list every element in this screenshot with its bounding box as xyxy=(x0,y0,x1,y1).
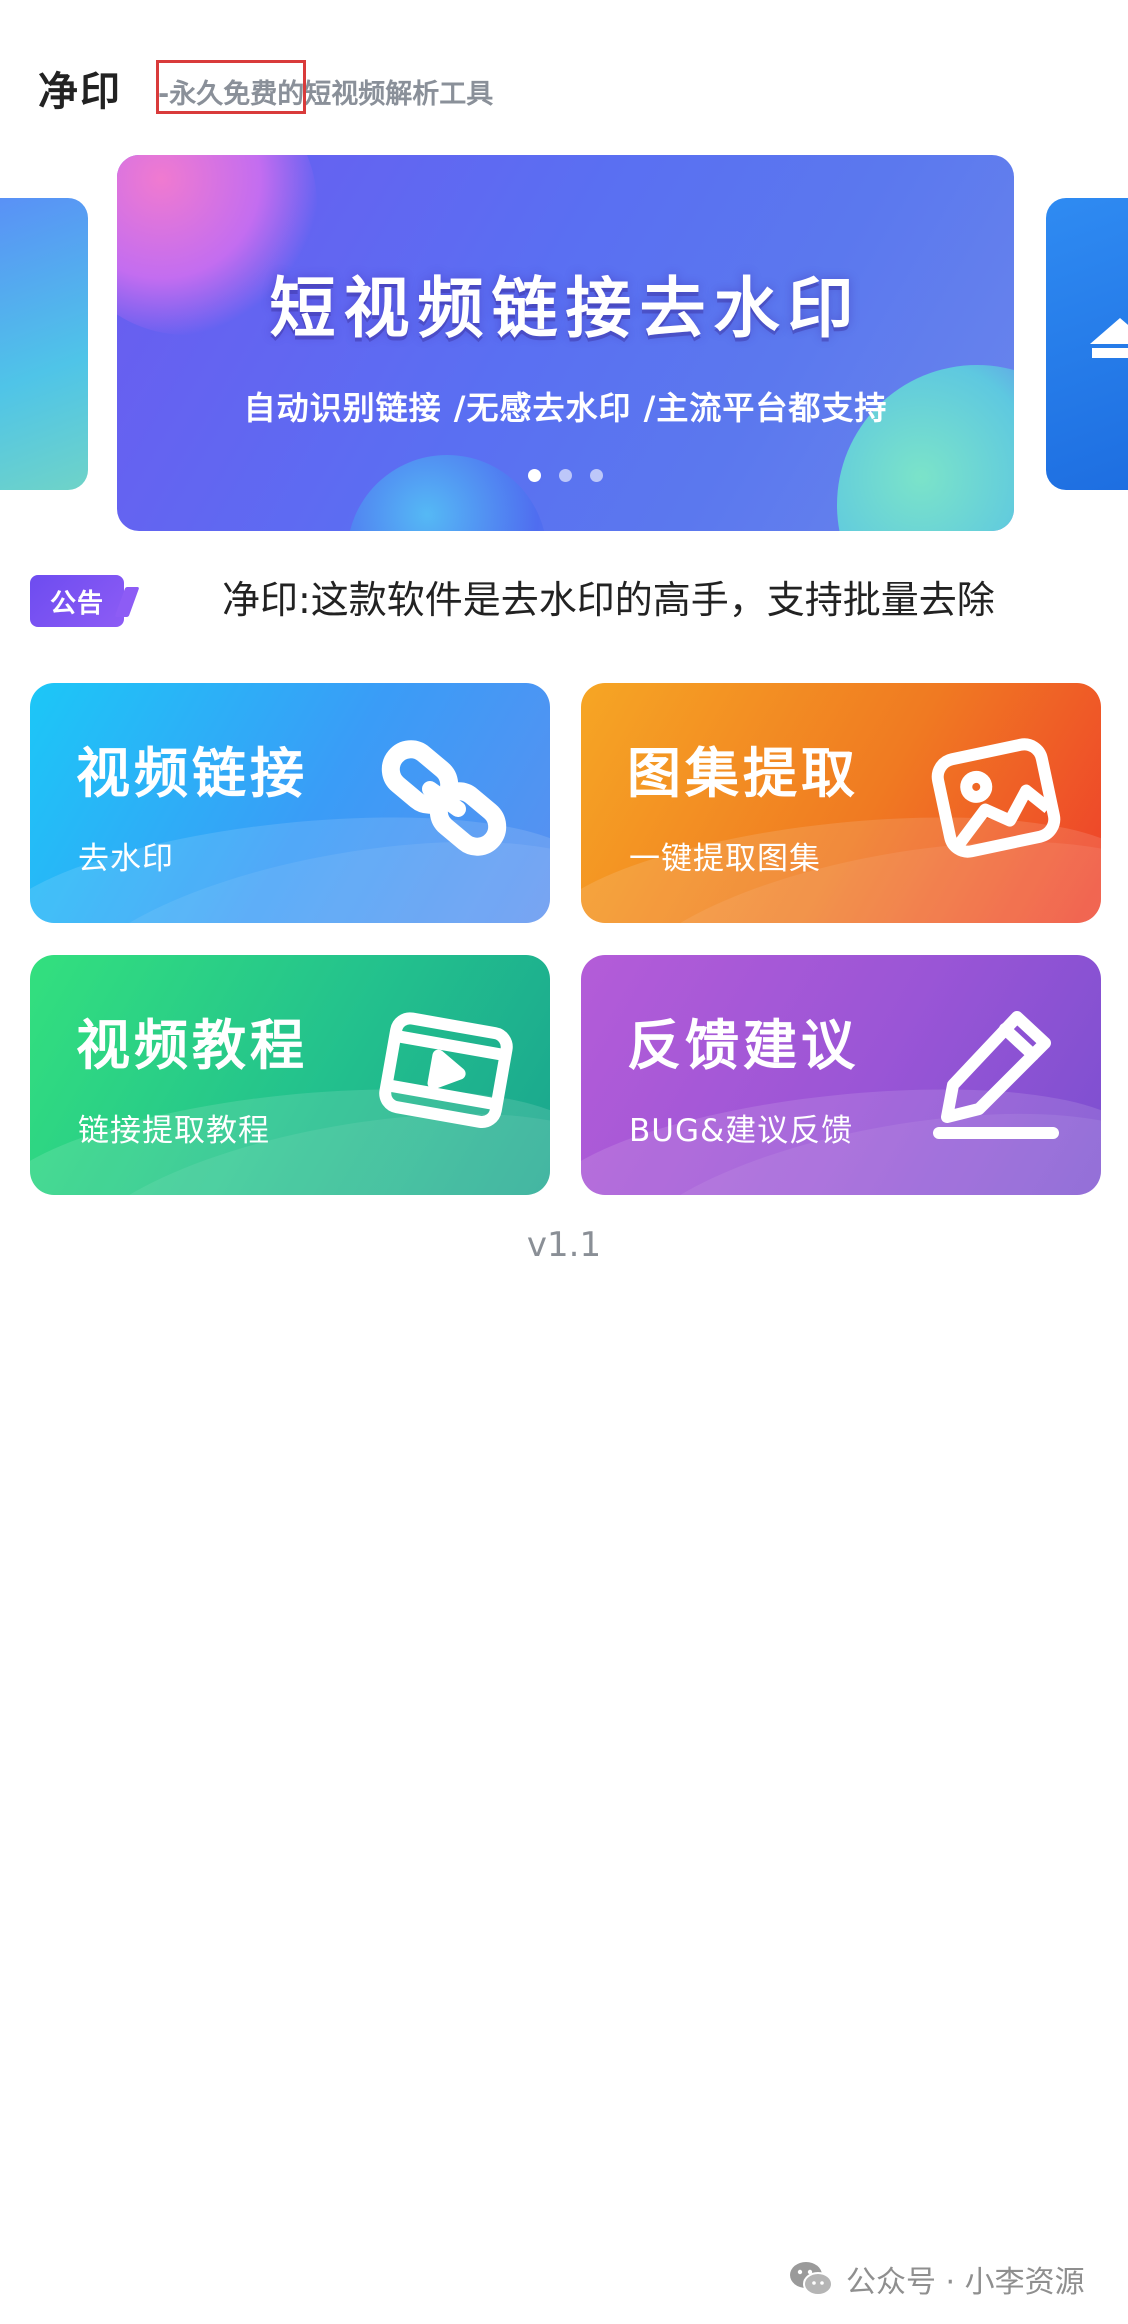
card-subtitle: 一键提取图集 xyxy=(629,841,821,877)
notice-badge: 公告 xyxy=(30,575,124,627)
image-icon xyxy=(931,738,1061,858)
wechat-icon xyxy=(790,2262,833,2296)
banner-slide-next[interactable] xyxy=(1046,198,1128,490)
card-title: 视频教程 xyxy=(76,1014,308,1077)
banner-title: 短视频链接去水印 xyxy=(269,270,862,347)
carousel-dot-1[interactable] xyxy=(528,469,541,482)
link-icon xyxy=(381,740,507,856)
home-icon xyxy=(1090,318,1128,344)
video-link-card[interactable]: 视频链接 去水印 xyxy=(30,683,550,923)
video-play-icon xyxy=(379,1012,513,1128)
card-subtitle: 去水印 xyxy=(78,841,174,877)
video-tutorial-card[interactable]: 视频教程 链接提取教程 xyxy=(30,955,550,1195)
notice-marquee[interactable]: 净印:这款软件是去水印的高手，支持批量去除 xyxy=(222,574,1090,626)
card-title: 图集提取 xyxy=(627,742,859,805)
edit-pen-icon xyxy=(933,1011,1059,1139)
album-extract-card[interactable]: 图集提取 一键提取图集 xyxy=(581,683,1101,923)
banner-decoration xyxy=(347,455,547,531)
carousel-dot-2[interactable] xyxy=(559,469,572,482)
highlight-box xyxy=(156,60,306,114)
card-subtitle: 链接提取教程 xyxy=(78,1113,270,1149)
carousel-dot-3[interactable] xyxy=(590,469,603,482)
card-title: 视频链接 xyxy=(76,742,308,805)
app-header: 净印 xyxy=(38,58,122,118)
carousel-indicator xyxy=(117,469,1014,482)
banner-carousel[interactable]: 短视频链接去水印 自动识别链接 /无感去水印 /主流平台都支持 xyxy=(117,155,1014,531)
footer-watermark: 公众号 · 小李资源 xyxy=(788,2257,1085,2301)
notice-badge-label: 公告 xyxy=(49,588,104,619)
card-title: 反馈建议 xyxy=(627,1014,859,1077)
home-icon-bar xyxy=(1092,348,1128,358)
banner-subtitle: 自动识别链接 /无感去水印 /主流平台都支持 xyxy=(243,389,888,427)
footer-text: 公众号 · 小李资源 xyxy=(846,2265,1085,2300)
app-page: 净印 -永久免费的短视频解析工具 短视频链接去水印 自动识别链接 /无感去水印 … xyxy=(0,0,1128,2324)
banner-slide-previous[interactable] xyxy=(0,198,88,490)
feedback-card[interactable]: 反馈建议 BUG&建议反馈 xyxy=(581,955,1101,1195)
app-name: 净印 xyxy=(38,69,122,115)
version-label: v1.1 xyxy=(526,1225,602,1265)
card-subtitle: BUG&建议反馈 xyxy=(629,1113,854,1149)
